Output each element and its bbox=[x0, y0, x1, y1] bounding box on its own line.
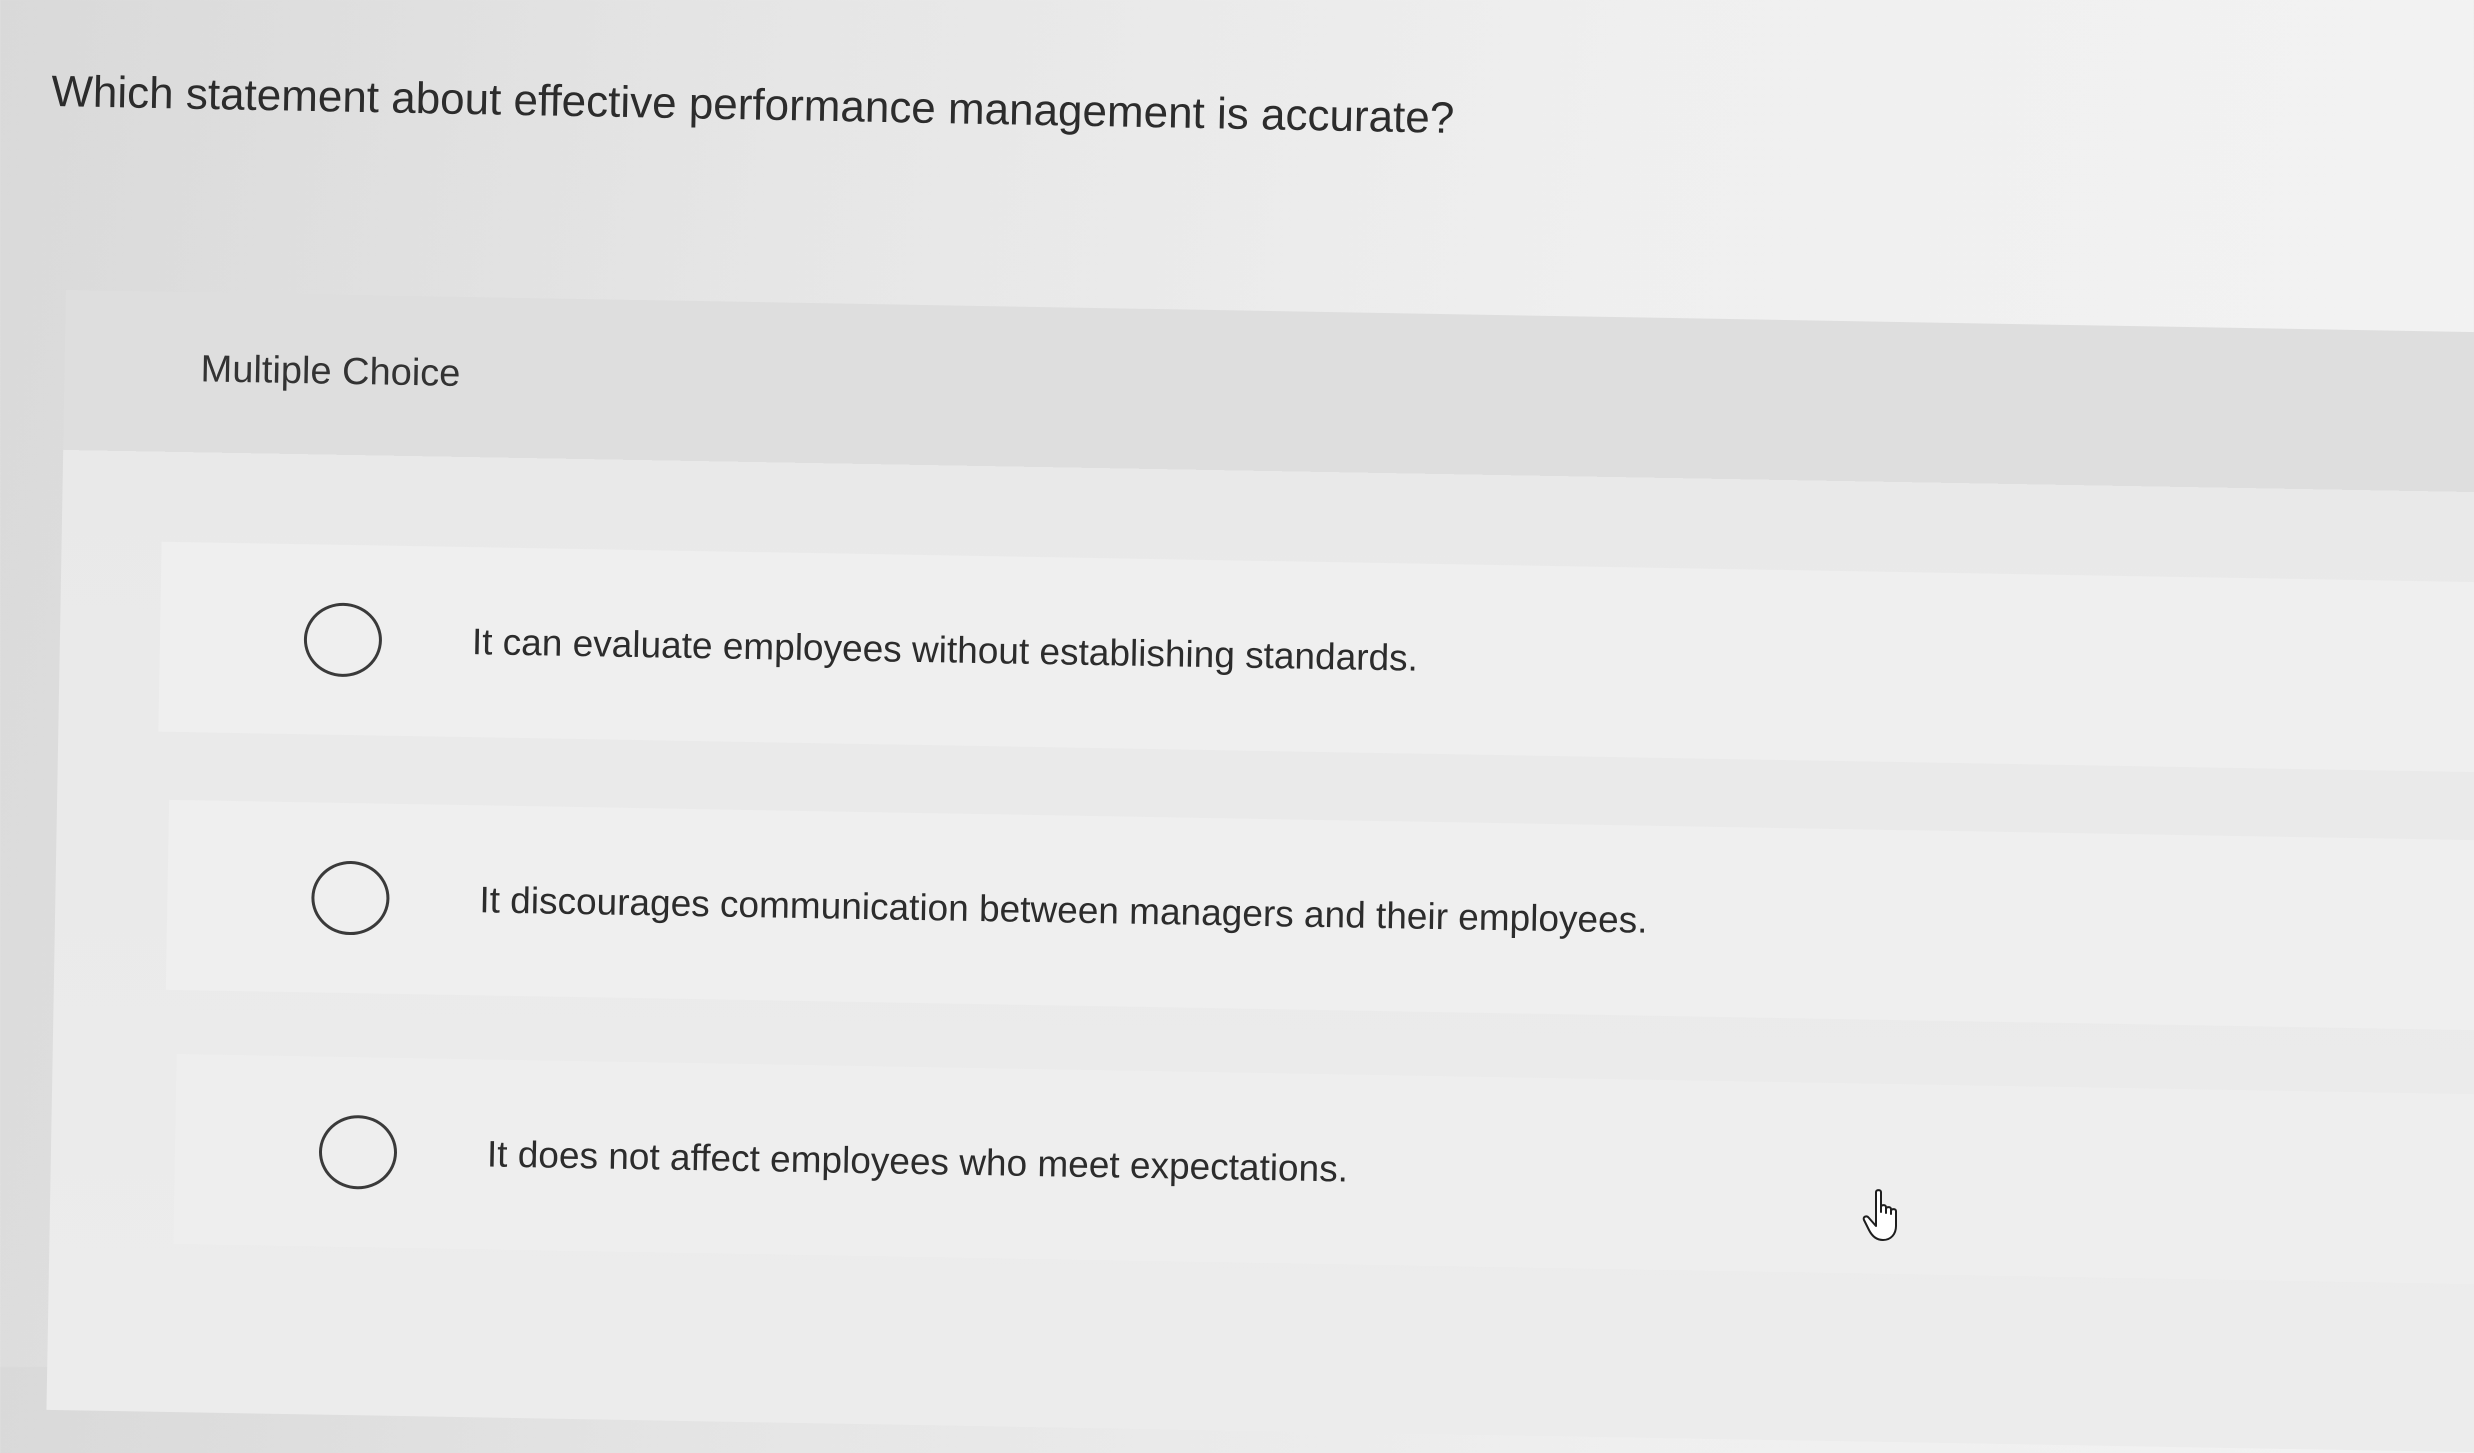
question-type-label: Multiple Choice bbox=[200, 348, 461, 395]
answer-option-label: It can evaluate employees without establ… bbox=[471, 621, 1419, 679]
radio-button-icon[interactable] bbox=[318, 1114, 398, 1190]
hand-pointer-icon bbox=[1862, 1189, 1897, 1241]
answer-option-label: It does not affect employees who meet ex… bbox=[486, 1133, 1349, 1190]
question-text: Which statement about effective performa… bbox=[50, 66, 1455, 143]
answer-option-label: It discourages communication between man… bbox=[479, 879, 1648, 941]
answer-option-1[interactable]: It can evaluate employees without establ… bbox=[158, 541, 2474, 773]
answer-option-3[interactable]: It does not affect employees who meet ex… bbox=[173, 1054, 2474, 1286]
answer-option-2[interactable]: It discourages communication between man… bbox=[165, 799, 2474, 1032]
radio-button-icon[interactable] bbox=[303, 602, 383, 678]
multiple-choice-panel: Multiple Choice It can evaluate employee… bbox=[46, 290, 2474, 1453]
radio-button-icon[interactable] bbox=[310, 860, 391, 936]
